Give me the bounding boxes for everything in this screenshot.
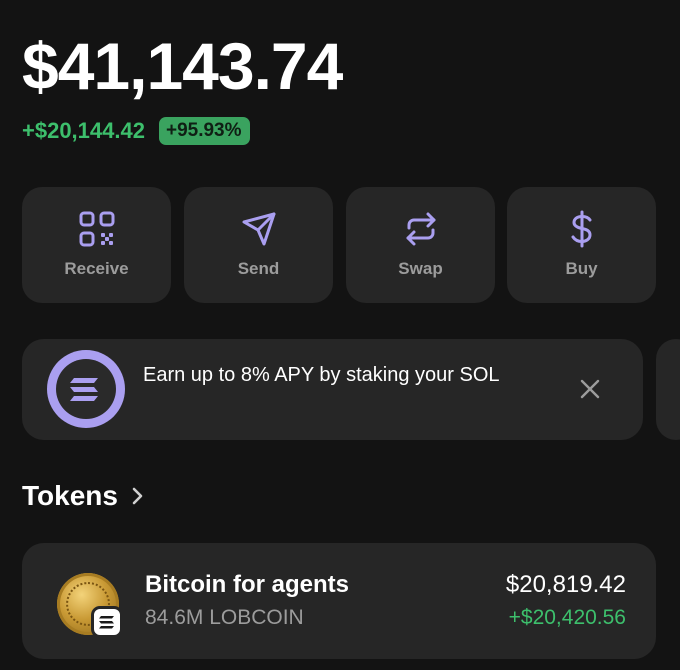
balance-change-amount: +$20,144.42 xyxy=(22,118,145,143)
tokens-section-header[interactable]: Tokens xyxy=(22,478,144,514)
token-row[interactable]: Bitcoin for agents 84.6M LOBCOIN $20,819… xyxy=(22,543,656,659)
swap-button[interactable]: Swap xyxy=(346,187,495,303)
swap-icon xyxy=(406,212,435,246)
balance-change-percent-badge: +95.93% xyxy=(158,117,250,145)
buy-label: Buy xyxy=(565,259,598,278)
token-value: $20,819.42 xyxy=(505,571,626,598)
token-name: Bitcoin for agents xyxy=(145,571,350,598)
dollar-icon xyxy=(571,210,592,248)
next-promo-card[interactable] xyxy=(656,339,680,440)
solana-icon xyxy=(47,350,125,428)
tokens-section-title: Tokens xyxy=(22,480,118,511)
send-button[interactable]: Send xyxy=(184,187,333,303)
total-balance: $41,143.74 xyxy=(22,29,343,103)
solana-chain-icon xyxy=(91,606,123,638)
qr-code-icon xyxy=(79,211,114,247)
close-icon[interactable] xyxy=(577,376,603,402)
chevron-right-icon xyxy=(132,487,143,505)
quick-actions: Receive Send Swap Buy xyxy=(22,187,656,303)
send-label: Send xyxy=(237,259,280,278)
balance-change-row: +$20,144.42 +95.93% xyxy=(22,116,250,146)
token-change: +$20,420.56 xyxy=(508,606,626,629)
token-amount: 84.6M LOBCOIN xyxy=(145,606,304,629)
buy-button[interactable]: Buy xyxy=(507,187,656,303)
promo-text: Earn up to 8% APY by staking your SOL xyxy=(143,364,500,386)
receive-label: Receive xyxy=(64,259,129,278)
staking-promo-card[interactable]: Earn up to 8% APY by staking your SOL xyxy=(22,339,643,440)
swap-label: Swap xyxy=(398,259,443,278)
receive-button[interactable]: Receive xyxy=(22,187,171,303)
send-icon xyxy=(242,212,275,246)
